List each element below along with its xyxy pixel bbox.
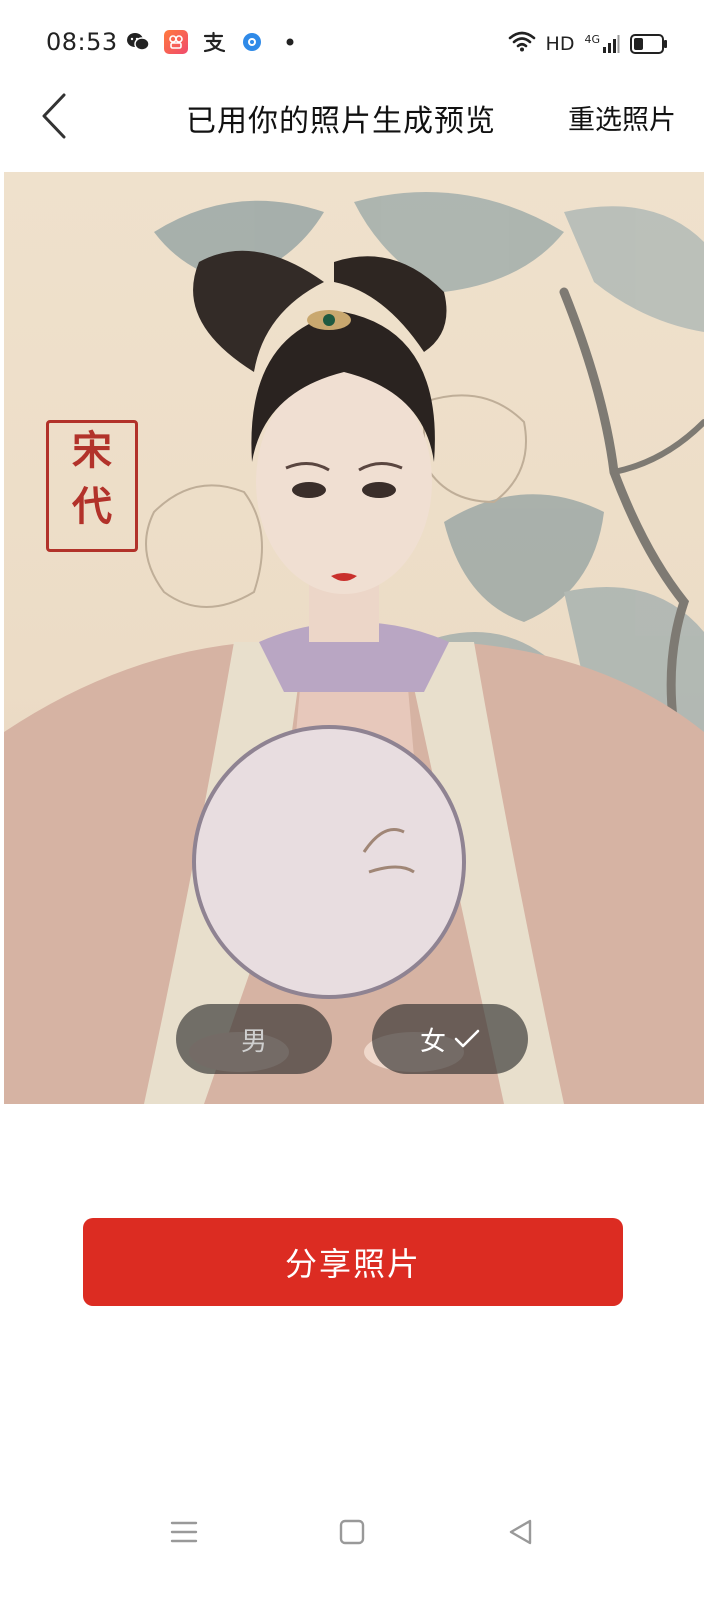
dot-icon (278, 30, 302, 54)
browser-icon (240, 30, 264, 54)
reselect-photo-button[interactable]: 重选照片 (568, 98, 676, 137)
signal-label: 4G (584, 32, 600, 46)
back-triangle-icon (509, 1519, 532, 1545)
chevron-left-icon (42, 93, 66, 139)
gender-male-button[interactable]: 男 (176, 1004, 332, 1074)
back-button[interactable] (30, 86, 80, 146)
notification-icons (126, 30, 302, 54)
back-nav-button[interactable] (496, 1508, 544, 1556)
alipay-icon (202, 30, 226, 54)
page-title: 已用你的照片生成预览 (186, 104, 496, 139)
share-photo-label: 分享照片 (284, 1245, 421, 1283)
wifi-icon (508, 30, 536, 57)
app-header: 已用你的照片生成预览 重选照片 (0, 86, 720, 172)
home-square-icon (339, 1519, 365, 1545)
seal-char-2: 代 (72, 483, 112, 530)
gender-female-label: 女 (419, 1026, 446, 1057)
wechat-icon (126, 30, 150, 54)
status-indicators: HD 4G (508, 30, 667, 57)
menu-icon (170, 1521, 198, 1543)
network-label: HD (545, 32, 575, 55)
gender-male-label: 男 (240, 1026, 267, 1057)
battery-icon (630, 33, 667, 54)
share-photo-button[interactable]: 分享照片 (83, 1218, 623, 1306)
seal-char-1: 宋 (72, 427, 112, 474)
system-nav-bar (0, 1490, 720, 1570)
painting-illustration (4, 192, 704, 1104)
status-bar: 08:53 HD 4G (0, 0, 720, 86)
menu-nav-button[interactable] (160, 1508, 208, 1556)
checkmark-icon (454, 1029, 480, 1048)
home-nav-button[interactable] (328, 1508, 376, 1556)
status-time: 08:53 (46, 28, 118, 56)
kuaishou-icon (164, 30, 188, 54)
dynasty-seal: 宋 代 (46, 420, 138, 552)
gender-female-button[interactable]: 女 (372, 1004, 528, 1074)
signal-icon: 4G (584, 34, 620, 54)
preview-photo: 宋 代 (4, 172, 704, 1104)
